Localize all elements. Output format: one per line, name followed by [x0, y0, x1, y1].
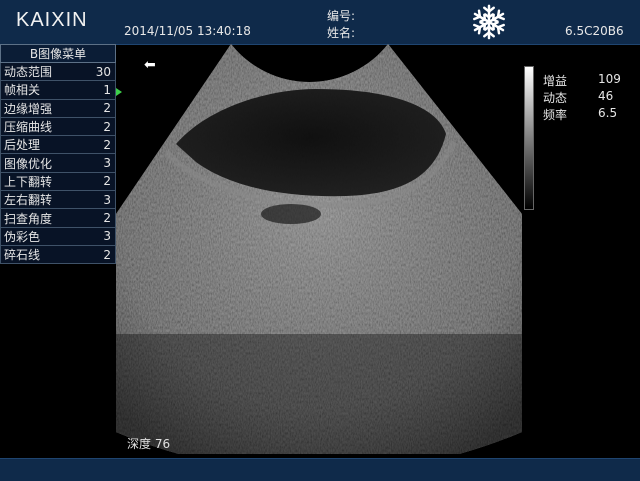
menu-item-label: 图像优化 [4, 156, 53, 171]
menu-item-value: 1 [103, 82, 111, 97]
left-arrow-icon: ⬅ [144, 57, 156, 73]
menu-item-value: 2 [103, 247, 111, 262]
depth-readout: 深度 76 [127, 437, 171, 451]
ultrasound-sector-image [116, 44, 522, 454]
param-gain: 增益 109 [543, 72, 621, 89]
menu-item-label: 压缩曲线 [4, 120, 53, 135]
menu-item-value: 30 [95, 64, 111, 79]
menu-item-value: 3 [103, 192, 111, 207]
menu-item-flip-vertical[interactable]: 上下翻转 2 [0, 172, 116, 192]
menu-item-value: 3 [103, 156, 111, 171]
param-frequency: 频率 6.5 [543, 106, 621, 123]
param-value: 109 [598, 72, 621, 86]
param-label: 动态 [543, 91, 568, 105]
probe-type-readout: 6.5C20B6 [565, 24, 624, 38]
menu-item-dynamic-range[interactable]: 动态范围 30 [0, 63, 116, 82]
menu-item-label: 帧相关 [4, 83, 41, 98]
menu-item-label: 后处理 [4, 138, 41, 153]
menu-item-frame-correlation[interactable]: 帧相关 1 [0, 81, 116, 100]
param-value: 46 [598, 89, 614, 103]
menu-item-flip-horizontal[interactable]: 左右翻转 3 [0, 191, 116, 210]
param-value: 6.5 [598, 106, 618, 120]
menu-item-image-optimize[interactable]: 图像优化 3 [0, 154, 116, 173]
snowflake-icon[interactable] [470, 3, 508, 41]
menu-item-label: 碎石线 [4, 248, 41, 263]
menu-item-value: 3 [103, 229, 111, 244]
menu-item-value: 2 [103, 174, 111, 189]
top-status-bar: KAIXIN 2014/11/05 13:40:18 编号: 姓名: 6.5C2… [0, 0, 640, 45]
menu-item-edge-enhance[interactable]: 边缘增强 2 [0, 99, 116, 118]
datetime-readout: 2014/11/05 13:40:18 [124, 24, 251, 38]
menu-item-label: 扫查角度 [4, 211, 53, 226]
grayscale-bar [524, 66, 534, 210]
menu-item-value: 2 [103, 101, 111, 116]
imaging-parameters: 增益 109 动态 46 频率 6.5 [543, 72, 621, 123]
menu-item-pseudo-color[interactable]: 伪彩色 3 [0, 227, 116, 246]
menu-item-lithotripsy-line[interactable]: 碎石线 2 [0, 245, 116, 265]
menu-item-label: 伪彩色 [4, 229, 41, 244]
menu-item-value: 2 [103, 137, 111, 152]
menu-item-compression-curve[interactable]: 压缩曲线 2 [0, 117, 116, 137]
patient-name-label: 姓名: [327, 26, 356, 40]
menu-item-label: 上下翻转 [4, 174, 53, 189]
menu-item-label: 动态范围 [4, 65, 53, 80]
menu-title: B图像菜单 [0, 44, 116, 63]
param-label: 频率 [543, 108, 568, 122]
param-dynamic: 动态 46 [543, 89, 621, 106]
menu-item-value: 2 [103, 119, 111, 134]
bottom-status-bar [0, 458, 640, 481]
patient-id-label: 编号: [327, 9, 356, 23]
param-label: 增益 [543, 74, 568, 88]
menu-item-label: 边缘增强 [4, 101, 53, 116]
menu-item-scan-angle[interactable]: 扫查角度 2 [0, 209, 116, 228]
b-image-menu: B图像菜单 动态范围 30 帧相关 1 边缘增强 2 压缩曲线 2 后处理 2 … [0, 44, 116, 265]
menu-item-value: 2 [103, 211, 111, 226]
menu-item-post-processing[interactable]: 后处理 2 [0, 136, 116, 155]
brand-logo: KAIXIN [16, 9, 88, 31]
menu-item-label: 左右翻转 [4, 193, 53, 208]
ultrasound-image-area[interactable]: ⬅ 深度 76 [116, 44, 522, 454]
